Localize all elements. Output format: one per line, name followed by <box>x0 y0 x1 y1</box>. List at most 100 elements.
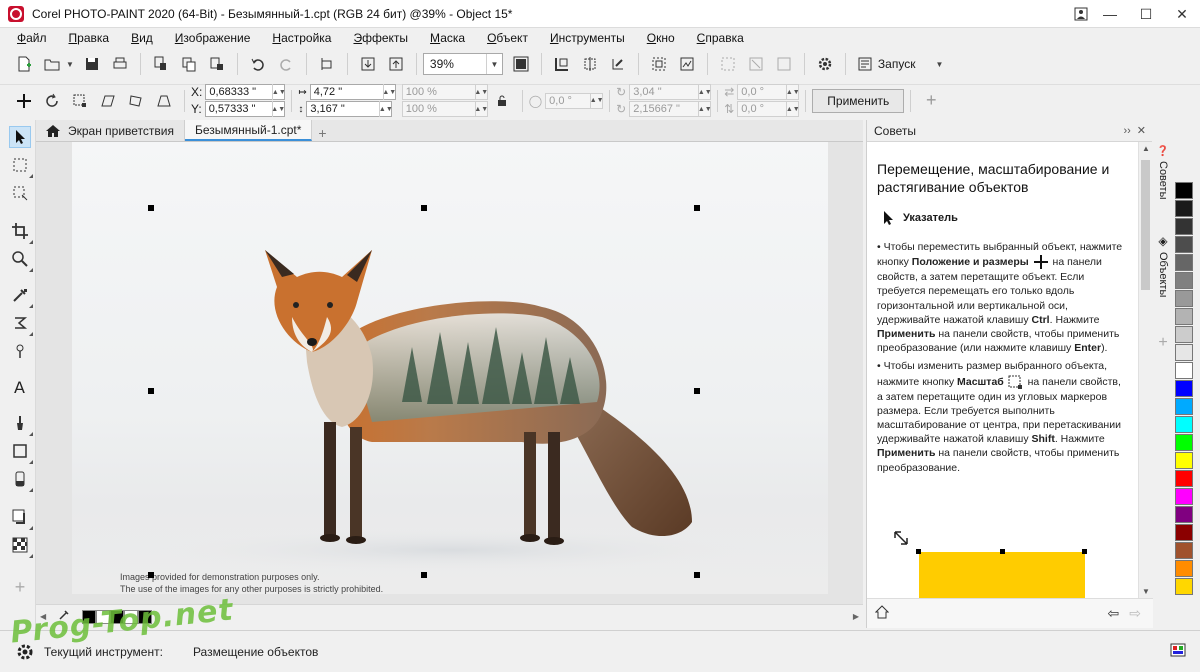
palette-swatch[interactable] <box>1175 272 1193 289</box>
skew-v-input[interactable]: 0,0 ° ▲▼ <box>737 101 800 117</box>
position-size-icon[interactable] <box>12 89 36 113</box>
gear-icon[interactable] <box>813 52 837 76</box>
lock-ratio-icon[interactable] <box>490 89 514 113</box>
forward-arrow-icon[interactable]: ⇨ <box>1129 605 1141 622</box>
selection-handle[interactable] <box>148 572 154 578</box>
menu-adjust[interactable]: Настройка <box>272 31 342 45</box>
palette-swatch[interactable] <box>1175 362 1193 379</box>
docker-close-icon[interactable]: ✕ <box>1137 124 1146 137</box>
selection-handle[interactable] <box>694 205 700 211</box>
color-proof-icon[interactable] <box>1170 643 1186 660</box>
plus-icon[interactable]: + <box>919 89 943 113</box>
save-icon[interactable] <box>80 52 104 76</box>
crop-tool-icon[interactable] <box>9 220 33 244</box>
eraser-tool-icon[interactable] <box>9 468 33 492</box>
palette-swatch[interactable] <box>1175 524 1193 541</box>
selection-handle[interactable] <box>421 572 427 578</box>
width-input[interactable]: 4,72 " ▲▼ <box>309 84 396 100</box>
transparency-tool-icon[interactable] <box>9 534 33 558</box>
palette-swatch[interactable] <box>1175 344 1193 361</box>
tab-objects[interactable]: ◈ Объекты <box>1152 234 1174 297</box>
background-color-swatch[interactable] <box>96 609 111 624</box>
retouch-brush-tool-icon[interactable] <box>9 340 31 362</box>
apply-button[interactable]: Применить <box>812 88 905 113</box>
mask-invert-icon[interactable] <box>716 52 740 76</box>
corel-app-icon[interactable] <box>8 5 24 22</box>
angle-input[interactable]: 0,0 ° ▲▼ <box>545 92 604 109</box>
redo-icon[interactable] <box>274 52 298 76</box>
palette-swatch[interactable] <box>1175 578 1193 595</box>
transform-icon[interactable] <box>315 52 339 76</box>
launch-menu[interactable]: Запуск ▼ <box>858 57 943 71</box>
extra-color-swatch[interactable] <box>138 609 153 624</box>
mask-marquee-icon[interactable] <box>647 52 671 76</box>
add-docker-icon[interactable]: + <box>1152 334 1174 352</box>
distort-icon[interactable] <box>124 89 148 113</box>
selection-handle[interactable] <box>148 205 154 211</box>
mask-transform-tool-icon[interactable] <box>9 182 31 204</box>
back-arrow-icon[interactable]: ⇦ <box>1108 605 1120 622</box>
x-input[interactable]: 0,68333 " ▲▼ <box>205 84 286 100</box>
paint-tool-icon[interactable] <box>9 412 33 436</box>
eyedropper-icon[interactable] <box>58 609 70 624</box>
selection-handle[interactable] <box>694 388 700 394</box>
y-input[interactable]: 0,57333 " ▲▼ <box>204 101 285 117</box>
mask-edit-icon[interactable] <box>772 52 796 76</box>
scroll-right-icon[interactable]: ▶ <box>853 612 859 621</box>
close-icon[interactable]: ✕ <box>1164 0 1200 28</box>
skew-h-input[interactable]: 0,0 ° ▲▼ <box>737 84 800 100</box>
palette-swatch[interactable] <box>1175 326 1193 343</box>
tab-document[interactable]: Безымянный-1.cpt* <box>185 120 313 141</box>
paste-icon[interactable] <box>205 52 229 76</box>
menu-effects[interactable]: Эффекты <box>353 31 419 45</box>
selection-handle[interactable] <box>148 388 154 394</box>
user-account-icon[interactable] <box>1070 0 1092 28</box>
zoom-tool-icon[interactable] <box>9 248 33 272</box>
foreground-color-swatch[interactable] <box>82 609 97 624</box>
palette-swatch[interactable] <box>1175 506 1193 523</box>
guidelines-icon[interactable] <box>578 52 602 76</box>
skew-icon[interactable] <box>96 89 120 113</box>
fill-color-swatch[interactable] <box>110 609 125 624</box>
gear-icon[interactable] <box>14 641 36 663</box>
center-y-input[interactable]: 2,15667 " ▲▼ <box>629 101 712 117</box>
eyedropper-tool-icon[interactable] <box>9 284 33 308</box>
tab-hints[interactable]: ❓ Советы <box>1152 146 1174 199</box>
scale-icon[interactable] <box>68 89 92 113</box>
drop-shadow-tool-icon[interactable] <box>9 506 33 530</box>
docker-collapse-icon[interactable]: ›› <box>1123 125 1130 137</box>
smear-tool-icon[interactable] <box>9 312 33 336</box>
rectangle-mask-tool-icon[interactable] <box>9 154 33 178</box>
palette-swatch[interactable] <box>1175 560 1193 577</box>
fox-image[interactable]: Images provided for demonstration purpos… <box>72 142 828 594</box>
zoom-combo[interactable]: 39% ▼ <box>422 53 503 75</box>
chevron-down-icon[interactable]: ▼ <box>485 54 502 74</box>
maximize-icon[interactable]: ☐ <box>1128 0 1164 28</box>
palette-swatch[interactable] <box>1175 236 1193 253</box>
cut-icon[interactable] <box>149 52 173 76</box>
text-tool-icon[interactable]: A <box>9 376 31 398</box>
pick-tool-icon[interactable] <box>9 126 31 148</box>
menu-window[interactable]: Окно <box>647 31 686 45</box>
menu-mask[interactable]: Маска <box>430 31 476 45</box>
chevron-down-icon[interactable]: ▼ <box>935 60 943 69</box>
canvas-area[interactable]: Images provided for demonstration purpos… <box>36 142 863 604</box>
rulers-icon[interactable] <box>550 52 574 76</box>
snap-icon[interactable] <box>606 52 630 76</box>
palette-swatch[interactable] <box>1175 290 1193 307</box>
scale-height-input[interactable]: 100 % ▲▼ <box>401 101 488 117</box>
menu-tools[interactable]: Инструменты <box>550 31 636 45</box>
rectangle-tool-icon[interactable] <box>9 440 33 464</box>
scroll-left-icon[interactable]: ◀ <box>40 612 46 621</box>
mask-remove-icon[interactable] <box>744 52 768 76</box>
selection-handle[interactable] <box>694 572 700 578</box>
import-icon[interactable] <box>356 52 380 76</box>
zoom-fit-icon[interactable] <box>509 52 533 76</box>
menu-object[interactable]: Объект <box>487 31 539 45</box>
palette-swatch[interactable] <box>1175 398 1193 415</box>
menu-edit[interactable]: Правка <box>69 31 121 45</box>
open-folder-icon[interactable] <box>40 52 64 76</box>
copy-icon[interactable] <box>177 52 201 76</box>
add-tool-icon[interactable]: + <box>9 576 31 598</box>
palette-swatch[interactable] <box>1175 434 1193 451</box>
